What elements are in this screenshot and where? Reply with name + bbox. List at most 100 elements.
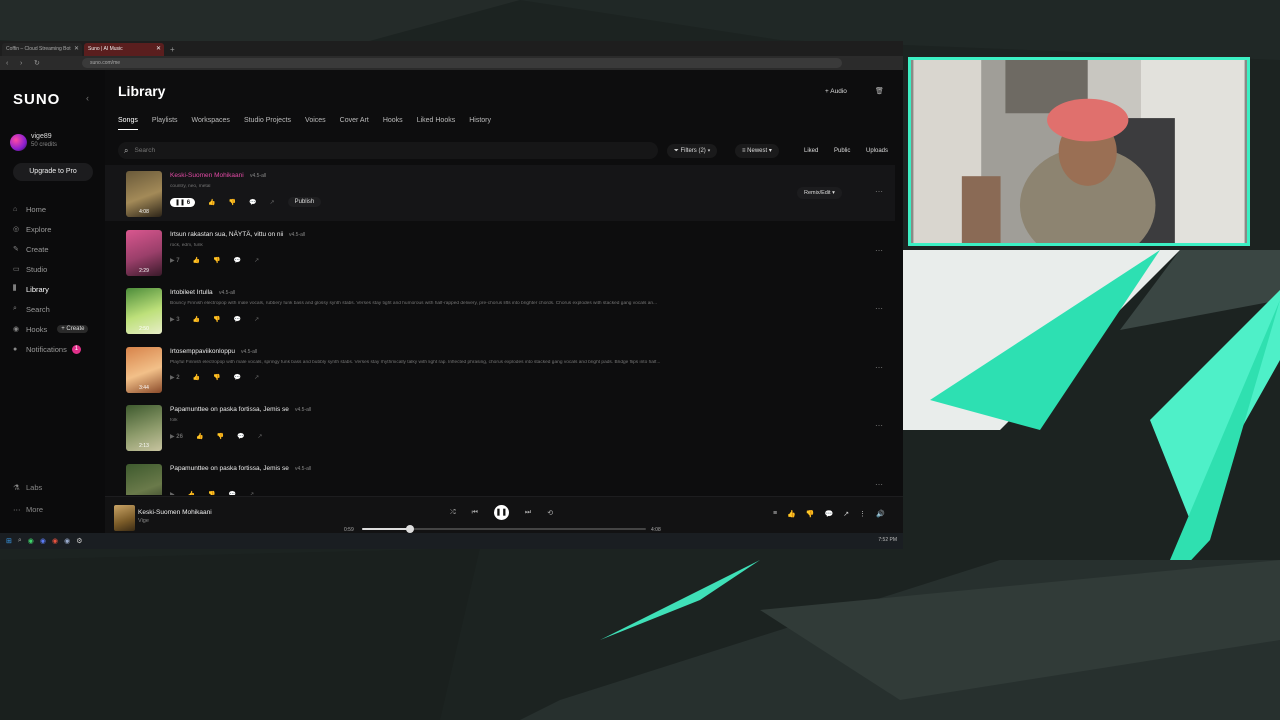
thumbs-down-icon[interactable]: 👎 (216, 433, 223, 440)
windows-start-icon[interactable]: ⊞ (6, 537, 12, 545)
tab-studio-projects[interactable]: Studio Projects (244, 117, 291, 130)
song-title[interactable]: Papamunttee on paska fortissa, Jemis se (170, 406, 289, 413)
publish-button[interactable]: Publish (287, 197, 322, 207)
sidebar-item-more[interactable]: ⋯ More (13, 505, 43, 514)
uploads-filter-button[interactable]: Uploads (866, 144, 888, 158)
sidebar-item-studio[interactable]: ▭ Studio (13, 259, 103, 279)
comment-icon[interactable]: 💬 (229, 491, 236, 495)
song-title[interactable]: Keski-Suomen Mohikaani (170, 172, 244, 179)
share-icon[interactable]: ↗ (249, 491, 254, 495)
tab-songs[interactable]: Songs (118, 117, 138, 130)
play-button[interactable]: ▶ 3 (170, 316, 180, 323)
song-cover[interactable] (126, 463, 162, 495)
tab-workspaces[interactable]: Workspaces (192, 117, 230, 130)
collapse-sidebar-icon[interactable]: ‹ (86, 93, 89, 103)
song-cover[interactable]: 3:44 (126, 346, 162, 393)
share-icon[interactable]: ↗ (254, 374, 259, 381)
thumbs-up-icon[interactable]: 👍 (208, 199, 215, 206)
close-icon[interactable]: ✕ (156, 45, 161, 52)
tab-cover-art[interactable]: Cover Art (340, 117, 369, 130)
now-playing-artist[interactable]: Vige (138, 518, 149, 524)
tab-hooks[interactable]: Hooks (383, 117, 403, 130)
table-row[interactable]: 3:44 Irtosemppaviikonloppu v4.5-all Play… (105, 341, 895, 397)
filters-button[interactable]: ⏷ Filters (2) ▾ (667, 144, 718, 158)
public-filter-button[interactable]: Public (834, 144, 850, 158)
previous-icon[interactable]: ⏮ (472, 509, 478, 517)
browser-tab-active[interactable]: Suno | AI Music ✕ (84, 43, 164, 56)
remix-edit-button[interactable]: Remix/Edit ▾ (797, 187, 842, 199)
progress-slider[interactable] (362, 525, 646, 533)
thumbs-down-icon[interactable]: 👎 (208, 491, 215, 495)
song-title[interactable]: Irtobileet Irtulla (170, 289, 213, 296)
upgrade-button[interactable]: Upgrade to Pro (13, 163, 93, 181)
whatsapp-icon[interactable]: ◉ (28, 537, 34, 545)
play-button[interactable]: ▶ (170, 491, 175, 495)
comment-icon[interactable]: 💬 (234, 257, 241, 264)
comment-icon[interactable]: 💬 (237, 433, 244, 440)
repeat-icon[interactable]: ⟲ (547, 509, 553, 517)
forward-icon[interactable]: › (20, 60, 28, 67)
song-cover[interactable]: 2:50 (126, 288, 162, 334)
thumbs-up-icon[interactable]: 👍 (193, 316, 200, 323)
tab-liked-hooks[interactable]: Liked Hooks (417, 117, 456, 130)
new-tab-icon[interactable]: + (170, 45, 175, 54)
share-icon[interactable]: ↗ (257, 433, 262, 440)
liked-filter-button[interactable]: Liked (804, 144, 818, 158)
sidebar-item-explore[interactable]: ◎ Explore (13, 219, 103, 239)
share-icon[interactable]: ↗ (254, 257, 259, 264)
comment-icon[interactable]: 💬 (249, 199, 256, 206)
thumbs-up-icon[interactable]: 👍 (787, 510, 796, 518)
more-options-icon[interactable]: ⋯ (875, 304, 883, 313)
song-title[interactable]: Irtsun rakastan sua, NÄYTÄ, vittu on nii (170, 231, 283, 238)
tab-history[interactable]: History (469, 117, 491, 130)
share-icon[interactable]: ↗ (843, 510, 849, 518)
username[interactable]: vige89 (31, 133, 52, 140)
more-options-icon[interactable]: ⋯ (875, 480, 883, 489)
pause-button[interactable]: ❚❚ (493, 505, 509, 520)
song-cover[interactable]: 2:13 (126, 405, 162, 451)
song-cover[interactable]: 2:29 (126, 229, 162, 276)
play-button[interactable]: ▶ 2 (170, 374, 180, 381)
share-icon[interactable]: ↗ (270, 199, 275, 206)
more-options-icon[interactable]: ⋯ (875, 187, 883, 196)
play-button[interactable]: ▶ 7 (170, 257, 180, 264)
settings-icon[interactable]: ⚙ (76, 537, 82, 545)
more-options-icon[interactable]: ⋯ (875, 421, 883, 430)
thumbs-down-icon[interactable]: 👎 (229, 199, 236, 206)
create-hook-button[interactable]: + Create (57, 325, 89, 333)
sort-dropdown[interactable]: ≡ Newest ▾ (735, 144, 779, 158)
table-row[interactable]: 2:50 Irtobileet Irtulla v4.5-all Bouncy … (105, 282, 895, 338)
next-icon[interactable]: ⏭ (525, 509, 531, 517)
more-options-icon[interactable]: ⋯ (875, 246, 883, 255)
thumbs-down-icon[interactable]: 👎 (806, 510, 815, 518)
sidebar-item-hooks[interactable]: ◉ Hooks + Create (13, 319, 103, 339)
tab-playlists[interactable]: Playlists (152, 117, 178, 130)
thumbs-down-icon[interactable]: 👎 (213, 374, 220, 381)
close-icon[interactable]: ✕ (74, 45, 79, 52)
pause-button[interactable]: ❚❚ 6 (170, 197, 196, 207)
browser-tab[interactable]: Coffin – Cloud Streaming Bot ✕ (2, 43, 82, 56)
comment-icon[interactable]: 💬 (234, 316, 241, 323)
table-row[interactable]: Papamunttee on paska fortissa, Jemis se … (105, 458, 895, 495)
thumbs-up-icon[interactable]: 👍 (193, 257, 200, 264)
share-icon[interactable]: ↗ (254, 316, 259, 323)
table-row[interactable]: 2:13 Papamunttee on paska fortissa, Jemi… (105, 399, 895, 455)
more-options-icon[interactable]: ⋯ (875, 363, 883, 372)
trash-icon[interactable]: 🗑 (875, 87, 884, 95)
discord-icon[interactable]: ◉ (40, 537, 46, 545)
sidebar-item-library[interactable]: ⫼ Library (13, 279, 103, 299)
tab-voices[interactable]: Voices (305, 117, 326, 130)
add-audio-button[interactable]: + Audio (820, 85, 852, 98)
sidebar-item-home[interactable]: ⌂ Home (13, 199, 103, 219)
song-cover[interactable]: 4:08 (126, 171, 162, 217)
avatar[interactable] (10, 134, 27, 151)
more-options-icon[interactable]: ⋮ (859, 510, 866, 518)
sidebar-item-create[interactable]: ✎ Create (13, 239, 103, 259)
search-input[interactable] (134, 147, 635, 154)
thumbs-up-icon[interactable]: 👍 (193, 374, 200, 381)
comment-icon[interactable]: 💬 (234, 374, 241, 381)
song-title[interactable]: Irtosemppaviikonloppu (170, 348, 235, 355)
thumbs-up-icon[interactable]: 👍 (196, 433, 203, 440)
chrome-icon[interactable]: ◉ (52, 537, 58, 545)
queue-icon[interactable]: ≡ (773, 510, 777, 518)
